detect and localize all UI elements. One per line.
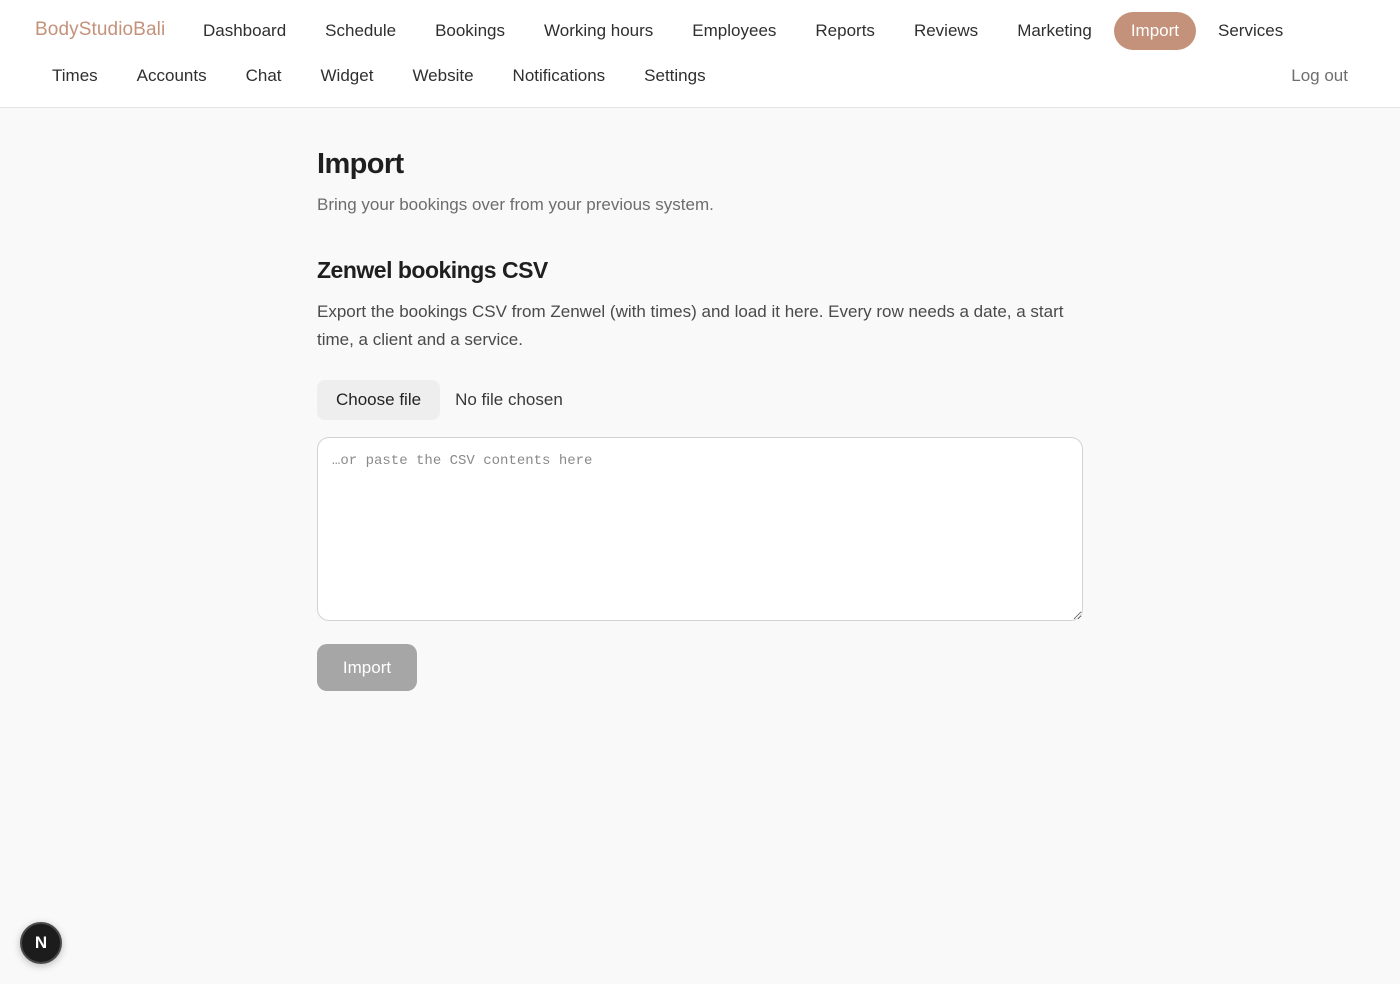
nav-item-employees[interactable]: Employees [675, 12, 793, 50]
nav-item-accounts[interactable]: Accounts [120, 57, 224, 95]
csv-paste-textarea[interactable] [317, 437, 1083, 621]
import-button[interactable]: Import [317, 644, 417, 691]
brand-logo[interactable]: BodyStudioBali [35, 19, 165, 41]
logout-link[interactable]: Log out [1291, 57, 1348, 95]
nav-row-primary: Dashboard Schedule Bookings Working hour… [186, 12, 1305, 50]
choose-file-button[interactable]: Choose file [317, 380, 441, 420]
nav-item-reports[interactable]: Reports [798, 12, 892, 50]
nav-item-services[interactable]: Services [1201, 12, 1300, 50]
nav-item-bookings[interactable]: Bookings [418, 12, 522, 50]
nav-item-settings[interactable]: Settings [627, 57, 722, 95]
nav-item-website[interactable]: Website [395, 57, 490, 95]
nav-item-schedule[interactable]: Schedule [308, 12, 413, 50]
page-subtitle: Bring your bookings over from your previ… [317, 195, 714, 214]
dev-tools-badge-icon[interactable]: N [20, 922, 62, 964]
nav-item-notifications[interactable]: Notifications [496, 57, 623, 95]
nav-item-chat[interactable]: Chat [229, 57, 299, 95]
page-title: Import [317, 148, 404, 180]
file-picker: Choose file No file chosen [317, 380, 1083, 420]
zenwel-import-section: Zenwel bookings CSV Export the bookings … [317, 257, 1083, 691]
section-description: Export the bookings CSV from Zenwel (wit… [317, 302, 1064, 349]
nav-row-secondary: Times Accounts Chat Widget Website Notif… [35, 57, 728, 95]
nav-item-marketing[interactable]: Marketing [1000, 12, 1109, 50]
nav-item-widget[interactable]: Widget [304, 57, 391, 95]
nav-item-working-hours[interactable]: Working hours [527, 12, 670, 50]
top-navigation-bar: BodyStudioBali Dashboard Schedule Bookin… [0, 0, 1400, 108]
nav-item-reviews[interactable]: Reviews [897, 12, 995, 50]
nav-item-dashboard[interactable]: Dashboard [186, 12, 303, 50]
section-title: Zenwel bookings CSV [317, 257, 548, 283]
file-status-text: No file chosen [455, 390, 563, 409]
import-page: Import Bring your bookings over from you… [317, 148, 1083, 691]
nav-item-import[interactable]: Import [1113, 12, 1197, 50]
nav-item-times[interactable]: Times [35, 57, 115, 95]
